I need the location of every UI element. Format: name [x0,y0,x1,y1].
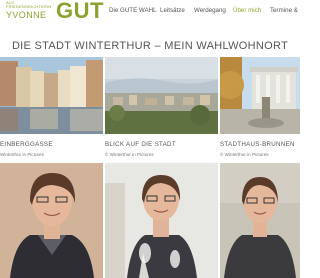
nav-item-termine[interactable]: Termine & [270,7,298,14]
caption-einberggasse: EINBERGGASSE [0,141,53,148]
caption-stadthaus-brunnen: STADTHAUS-BRUNNEN [220,141,295,148]
portrait-photo-1 [0,163,103,278]
credit-stadthaus-brunnen: © Winterthur in Pictures [220,152,269,157]
logo-last-name: GUT [56,0,104,23]
nav-item-ueber-mich[interactable]: Über mich [233,7,261,14]
nav-item-leitsaetze[interactable]: Leitsätze [160,7,185,14]
credit-einberggasse: Winterthur in Pictures [0,152,44,157]
site-header: ALS FRIEDENSRICHTERIN YVONNE GUT Die GUT… [0,0,300,24]
page-title: DIE STADT WINTERTHUR – MEIN WAHLWOHNORT [11,40,289,52]
portrait-photo-3 [220,163,300,278]
caption-blick-auf-die-stadt: BLICK AUF DIE STADT [105,141,176,148]
logo-tagline: ALS FRIEDENSRICHTERIN [6,0,52,10]
nav-item-gute-wahl[interactable]: Die GUTE WAHL [109,7,157,14]
credit-blick-auf-die-stadt: © Winterthur in Pictures [105,152,154,157]
site-logo[interactable]: ALS FRIEDENSRICHTERIN YVONNE GUT [6,0,103,23]
gallery-photo-blick-auf-die-stadt[interactable] [105,57,218,134]
logo-first-name: YVONNE [6,10,47,20]
nav-item-werdegang[interactable]: Werdegang [194,7,226,14]
gallery-photo-stadthaus-brunnen[interactable] [220,57,300,134]
gallery-photo-einberggasse[interactable] [0,57,103,134]
portrait-photo-2 [105,163,218,278]
